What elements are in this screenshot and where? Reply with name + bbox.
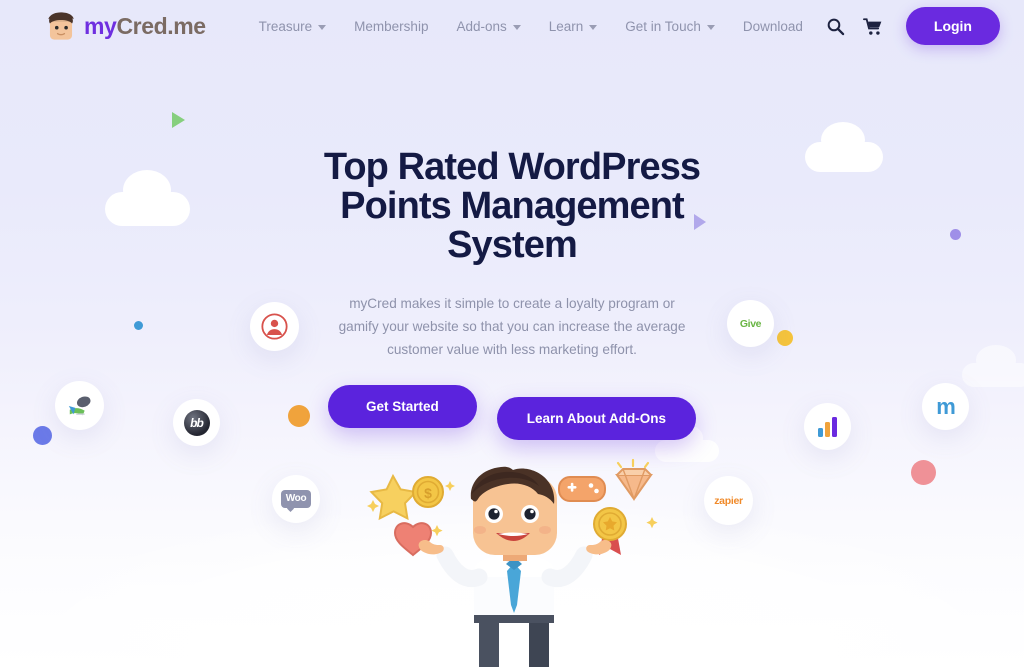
chevron-down-icon <box>706 24 715 30</box>
svg-text:$: $ <box>424 485 432 501</box>
nav-label: Treasure <box>258 18 313 34</box>
nav-get-in-touch[interactable]: Get in Touch <box>611 13 729 40</box>
nav-learn[interactable]: Learn <box>535 13 612 40</box>
search-icon[interactable] <box>817 11 854 42</box>
nav-label: Get in Touch <box>625 18 701 34</box>
chevron-down-icon <box>589 24 598 30</box>
avatar-face-icon <box>44 9 78 43</box>
site-header: myCred.me Treasure Membership Add-ons Le… <box>0 0 1024 52</box>
nav-label: Learn <box>548 18 584 34</box>
nav-label: Membership <box>354 18 429 34</box>
nav-membership[interactable]: Membership <box>340 13 442 40</box>
page-title: Top Rated WordPress Points Management Sy… <box>323 146 701 267</box>
logo-wordmark: myCred.me <box>84 13 206 40</box>
mascot-illustration: $ <box>355 445 675 667</box>
get-started-button[interactable]: Get Started <box>327 385 477 428</box>
chevron-down-icon <box>318 24 327 30</box>
login-button[interactable]: Login <box>905 7 1000 45</box>
chevron-down-icon <box>512 24 521 30</box>
landing-page: myCred.me Treasure Membership Add-ons Le… <box>0 0 1024 667</box>
hero-subtitle: myCred makes it simple to create a loyal… <box>338 296 686 357</box>
nav-label: Add-ons <box>456 18 507 34</box>
nav-download[interactable]: Download <box>729 13 817 40</box>
logo-text-cred: Cred.me <box>116 12 206 39</box>
shopping-cart-icon[interactable] <box>854 11 892 42</box>
site-logo[interactable]: myCred.me <box>44 9 206 43</box>
nav-treasure[interactable]: Treasure <box>245 13 341 40</box>
learn-about-addons-button[interactable]: Learn About Add-Ons <box>496 397 697 440</box>
nav-addons[interactable]: Add-ons <box>442 13 534 40</box>
logo-text-my: my <box>84 12 117 39</box>
primary-navigation: Treasure Membership Add-ons Learn Get in… <box>245 7 1000 45</box>
nav-label: Download <box>742 18 803 34</box>
hero-cta-group: Get Started Learn About Add-Ons <box>302 385 722 440</box>
